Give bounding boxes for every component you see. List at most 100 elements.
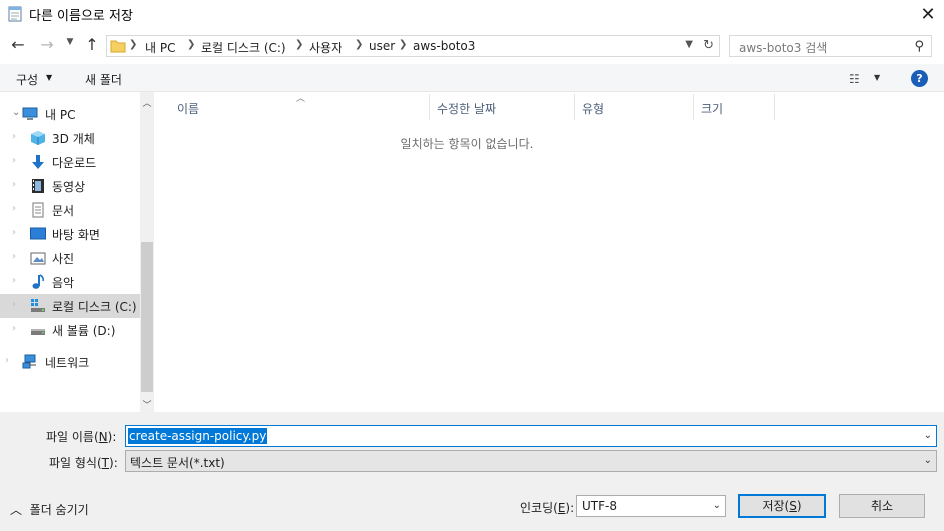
nav-item-label: 음악 — [52, 276, 75, 290]
cancel-button[interactable]: 취소 — [839, 494, 925, 518]
command-toolbar: 구성 ▼ 새 폴더 ☷ ▼ ? — [0, 64, 944, 92]
save-button[interactable]: 저장(S) — [738, 494, 826, 518]
refresh-icon[interactable]: ↻ — [703, 38, 714, 53]
video-icon — [32, 179, 44, 193]
column-header-name[interactable]: 이름 — [177, 100, 199, 117]
scroll-up-icon[interactable]: ︿ — [140, 96, 154, 109]
chevron-right-icon[interactable]: › — [12, 299, 16, 310]
title-bar: 다른 이름으로 저장 ✕ — [0, 0, 944, 28]
nav-item-network[interactable]: › 네트워크 — [0, 350, 140, 374]
save-form-panel: 파일 이름(N): create-assign-policy.py ⌄ 파일 형… — [0, 412, 944, 531]
recent-locations-button[interactable]: ▼ — [63, 37, 77, 53]
nav-item-this-pc[interactable]: ⌄ 내 PC — [0, 102, 140, 126]
chevron-right-icon[interactable]: › — [12, 227, 16, 238]
drive-icon — [31, 329, 45, 335]
address-bar[interactable]: ❯ 내 PC ❯ 로컬 디스크 (C:) ❯ 사용자 ❯ user ❯ aws-… — [106, 35, 720, 57]
search-input[interactable]: aws-boto3 검색 ⚲ — [729, 35, 932, 57]
nav-scrollbar[interactable]: ︿ ﹀ — [140, 92, 154, 412]
filename-value: create-assign-policy.py — [128, 428, 268, 444]
column-header-type[interactable]: 유형 — [582, 100, 604, 117]
breadcrumb-users[interactable]: 사용자 — [309, 39, 342, 56]
column-header-size[interactable]: 크기 — [701, 100, 723, 117]
breadcrumb-aws-boto3[interactable]: aws-boto3 — [413, 39, 475, 53]
breadcrumb-local-disk[interactable]: 로컬 디스크 (C:) — [201, 39, 286, 56]
chevron-right-icon[interactable]: › — [12, 323, 16, 334]
chevron-down-icon[interactable]: ⌄ — [12, 107, 20, 118]
nav-item-label: 사진 — [52, 252, 75, 266]
notepad-icon — [8, 6, 22, 22]
view-caret-icon[interactable]: ▼ — [874, 73, 880, 82]
breadcrumb-this-pc[interactable]: 내 PC — [145, 39, 175, 56]
encoding-select[interactable]: UTF-8 ⌄ — [576, 495, 726, 517]
forward-button[interactable]: → — [37, 35, 57, 55]
nav-item-videos[interactable]: › 동영상 — [0, 174, 140, 198]
desktop-icon — [30, 227, 46, 240]
document-icon — [32, 202, 44, 218]
music-icon — [32, 274, 44, 289]
chevron-down-icon[interactable]: ⌄ — [924, 430, 932, 441]
nav-item-label: 바탕 화면 — [52, 228, 100, 242]
folder-icon — [110, 40, 126, 53]
chevron-right-icon[interactable]: › — [12, 251, 16, 262]
organize-menu-button[interactable]: 구성 — [16, 71, 38, 88]
nav-item-label: 내 PC — [45, 108, 76, 122]
back-button[interactable]: ← — [8, 35, 28, 55]
file-list[interactable]: ︿ 이름 수정한 날짜 유형 크기 일치하는 항목이 없습니다. — [155, 92, 944, 412]
nav-item-music[interactable]: › 음악 — [0, 270, 140, 294]
close-icon: ✕ — [920, 3, 936, 25]
computer-icon — [22, 107, 38, 120]
arrow-up-icon: ↑ — [85, 35, 99, 54]
arrow-right-icon: → — [40, 35, 54, 54]
up-button[interactable]: ↑ — [83, 35, 101, 55]
filetype-select[interactable]: 텍스트 문서(*.txt) ⌄ — [125, 450, 937, 472]
search-icon: ⚲ — [914, 39, 924, 54]
network-icon — [22, 354, 36, 369]
new-folder-button[interactable]: 새 폴더 — [85, 71, 122, 88]
filetype-label: 파일 형식(T): — [49, 456, 118, 470]
nav-item-pictures[interactable]: › 사진 — [0, 246, 140, 270]
nav-item-new-volume-d[interactable]: › 새 볼륨 (D:) — [0, 318, 140, 342]
hide-folders-button[interactable]: ︿ 폴더 숨기기 — [10, 501, 89, 518]
scroll-down-icon[interactable]: ﹀ — [140, 398, 154, 411]
column-header-date-modified[interactable]: 수정한 날짜 — [437, 100, 496, 117]
filetype-value: 텍스트 문서(*.txt) — [130, 456, 225, 470]
nav-item-documents[interactable]: › 문서 — [0, 198, 140, 222]
scroll-thumb[interactable] — [141, 242, 153, 392]
breadcrumb-separator-icon: ❯ — [129, 39, 138, 50]
breadcrumb-separator-icon: ❯ — [355, 39, 364, 50]
chevron-right-icon[interactable]: › — [12, 275, 16, 286]
nav-item-label: 다운로드 — [52, 156, 97, 170]
nav-item-label: 새 볼륨 (D:) — [52, 324, 116, 338]
nav-item-desktop[interactable]: › 바탕 화면 — [0, 222, 140, 246]
nav-item-3d-objects[interactable]: › 3D 개체 — [0, 126, 140, 150]
filename-input[interactable]: create-assign-policy.py ⌄ — [125, 425, 937, 447]
empty-list-message: 일치하는 항목이 없습니다. — [400, 137, 534, 151]
breadcrumb-separator-icon: ❯ — [399, 39, 408, 50]
nav-item-downloads[interactable]: › 다운로드 — [0, 150, 140, 174]
chevron-down-icon: ▼ — [66, 37, 74, 47]
nav-item-local-disk-c[interactable]: › 로컬 디스크 (C:) — [0, 294, 140, 318]
view-options-icon[interactable]: ☷ — [849, 72, 860, 86]
help-icon[interactable]: ? — [911, 70, 928, 87]
chevron-right-icon[interactable]: › — [12, 131, 16, 142]
chevron-right-icon[interactable]: › — [12, 179, 16, 190]
download-icon — [32, 155, 44, 169]
breadcrumb-separator-icon: ❯ — [295, 39, 304, 50]
chevron-up-icon: ︿ — [10, 503, 23, 517]
column-divider[interactable] — [574, 94, 575, 120]
breadcrumb-user[interactable]: user — [369, 39, 395, 53]
window-title: 다른 이름으로 저장 — [29, 9, 133, 24]
column-divider[interactable] — [693, 94, 694, 120]
filename-label: 파일 이름(N): — [46, 430, 117, 444]
close-button[interactable]: ✕ — [912, 0, 944, 28]
chevron-down-icon: ⌄ — [712, 500, 721, 511]
column-divider[interactable] — [429, 94, 430, 120]
search-placeholder: aws-boto3 검색 — [739, 41, 828, 55]
address-history-chevron-icon[interactable]: ▼ — [685, 39, 693, 50]
arrow-left-icon: ← — [11, 35, 25, 54]
column-divider[interactable] — [774, 94, 775, 120]
chevron-right-icon[interactable]: › — [12, 155, 16, 166]
chevron-right-icon[interactable]: › — [5, 355, 9, 366]
chevron-down-icon: ⌄ — [923, 455, 932, 466]
chevron-right-icon[interactable]: › — [12, 203, 16, 214]
